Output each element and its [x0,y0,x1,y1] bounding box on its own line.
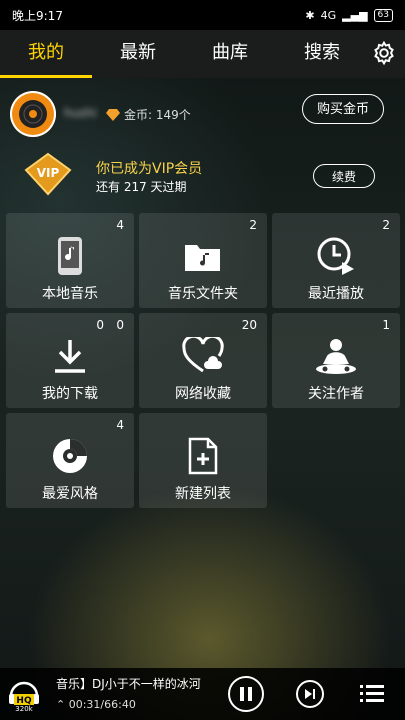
tile-count: 1 [382,318,390,332]
next-track-button[interactable] [296,680,324,708]
tile-followed-artists[interactable]: 1 关注作者 [272,313,400,408]
tile-label: 本地音乐 [42,286,98,302]
tile-count: 4 [116,218,124,232]
quality-bottom: 320k [15,705,33,712]
vip-expiry: 还有 217 天过期 [96,180,187,194]
phone-music-icon [6,235,134,277]
renew-button[interactable]: 续费 [313,164,375,188]
status-time: 晚上9:17 [12,8,63,23]
cloud-heart-icon [139,335,267,377]
profile-row: hushi 金币: 149个 购买金币 [0,80,405,140]
time-text: 00:31/66:40 [68,698,136,711]
status-bar: 晚上9:17 ✱ 4G ▂▄▆ 63 [0,0,405,30]
tile-downloads[interactable]: 0 0 我的下载 [6,313,134,408]
signal-icon: ▂▄▆ [342,8,368,22]
tile-recent-play[interactable]: 2 最近播放 [272,213,400,308]
tile-label: 关注作者 [308,386,364,402]
tab-search[interactable]: 搜索 [276,30,368,78]
tile-music-folder[interactable]: 2 音乐文件夹 [139,213,267,308]
tile-count: 2 [382,218,390,232]
coin-balance: 金币: 149个 [106,106,191,123]
status-icons: ✱ 4G ▂▄▆ 63 [305,8,393,22]
tile-count-secondary: 0 [96,318,104,332]
tile-local-music[interactable]: 4 本地音乐 [6,213,134,308]
disc-icon [6,435,134,477]
bluetooth-icon: ✱ [305,8,315,22]
expand-up-icon[interactable]: ⌃ [56,698,65,711]
tile-count: 2 [249,218,257,232]
play-time: ⌃ 00:31/66:40 [56,698,136,711]
battery-icon: 63 [373,8,393,22]
next-icon [305,689,315,699]
new-file-icon [139,435,267,477]
tile-count: 4 [116,418,124,432]
tile-label: 音乐文件夹 [168,286,238,302]
playlist-icon[interactable] [360,683,384,705]
pause-icon [240,687,252,701]
tab-bar: 我的 最新 曲库 搜索 [0,30,405,78]
network-label: 4G [320,8,337,22]
tile-label: 新建列表 [175,486,231,502]
vinyl-icon [19,100,47,128]
tile-label: 网络收藏 [175,386,231,402]
avatar[interactable] [10,91,56,137]
buy-coins-button[interactable]: 购买金币 [302,94,384,124]
tile-label: 我的下载 [42,386,98,402]
tile-favorites[interactable]: 20 网络收藏 [139,313,267,408]
tile-count: 0 [116,318,124,332]
vip-row: VIP 你已成为VIP会员 还有 217 天过期 续费 [0,146,405,206]
tile-label: 最爱风格 [42,486,98,502]
dj-icon [272,335,400,377]
hq-quality-icon[interactable]: HQ 320k [6,676,42,712]
tile-favorite-style[interactable]: 4 最爱风格 [6,413,134,508]
username: hushi [64,106,97,120]
tile-count: 20 [241,318,257,332]
vip-title: 你已成为VIP会员 [96,161,203,177]
tab-mine[interactable]: 我的 [0,30,92,78]
tile-label: 最近播放 [308,286,364,302]
diamond-icon [106,108,120,121]
pause-button[interactable] [228,676,264,712]
clock-play-icon [272,235,400,277]
folder-music-icon [139,235,267,277]
gear-icon[interactable] [371,40,397,66]
coins-label: 金币: 149个 [124,108,191,122]
mini-player[interactable]: HQ 320k 音乐】DJ小于不一样的冰河 ⌃ 00:31/66:40 [0,668,405,720]
tab-latest[interactable]: 最新 [92,30,184,78]
download-icon [6,335,134,377]
tab-library[interactable]: 曲库 [184,30,276,78]
tile-new-playlist[interactable]: 新建列表 [139,413,267,508]
vip-badge-icon: VIP [24,152,72,196]
song-title: 音乐】DJ小于不一样的冰河 [56,677,201,691]
vip-badge-text: VIP [37,166,60,180]
